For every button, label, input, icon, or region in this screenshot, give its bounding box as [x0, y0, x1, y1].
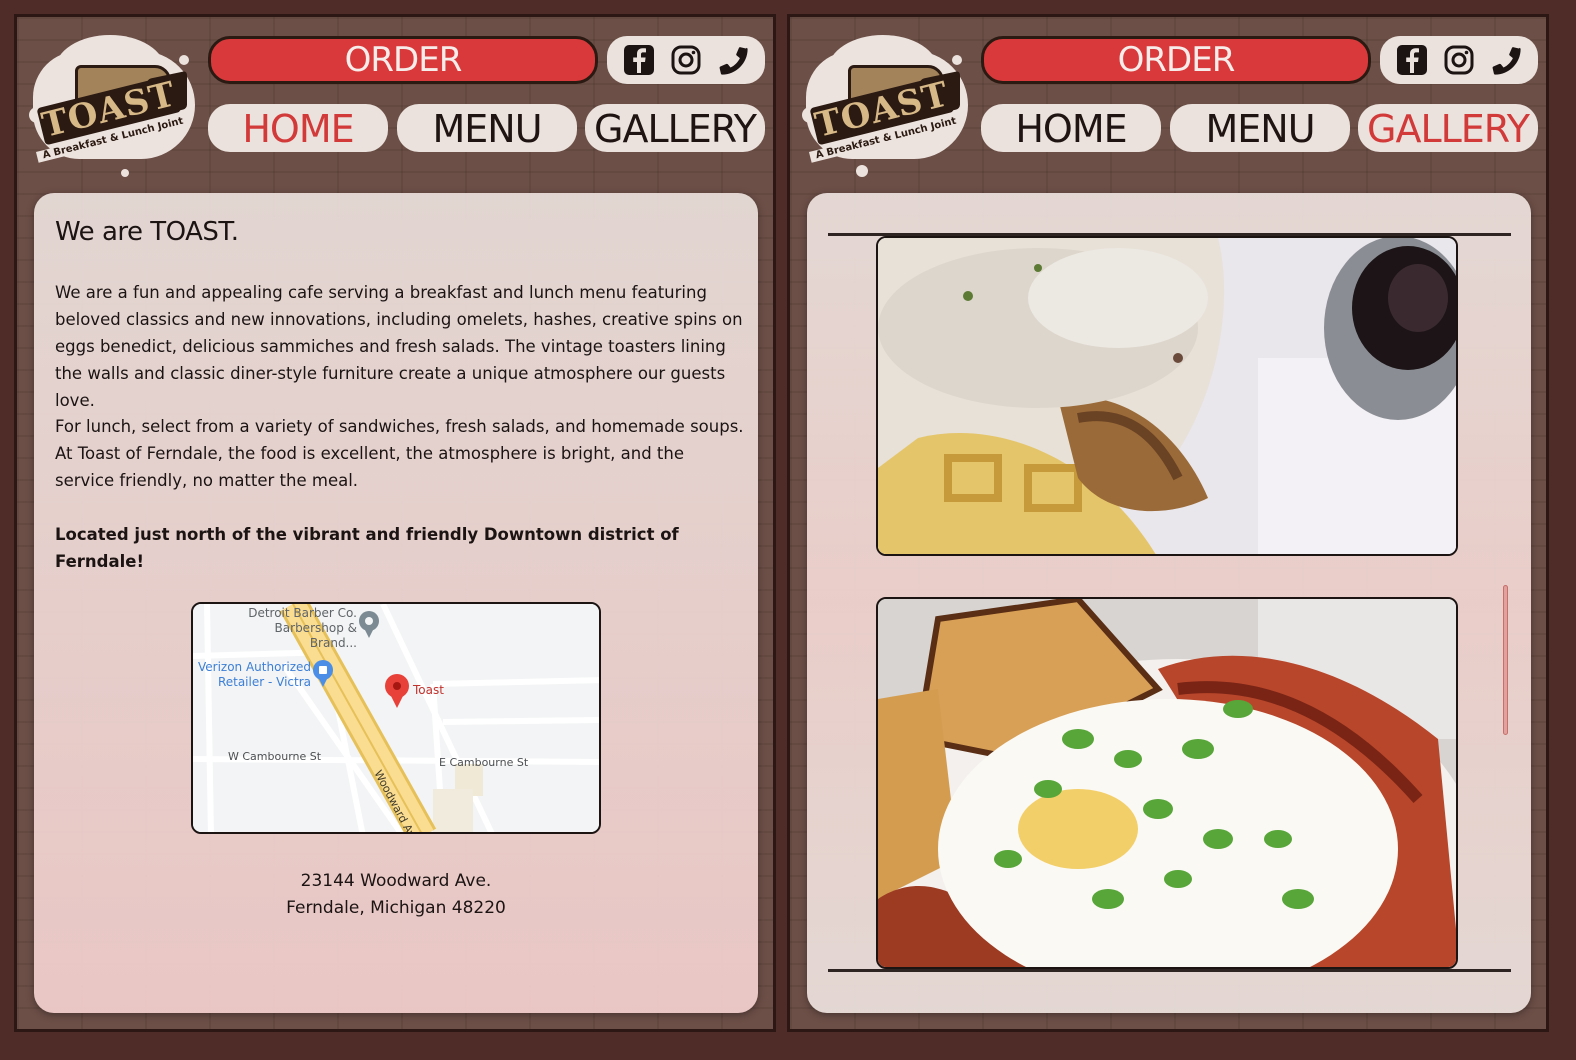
location-paragraph: Located just north of the vibrant and fr… — [55, 525, 679, 571]
gallery-card — [807, 193, 1531, 1013]
map-label-barber: Detroit Barber Co. Barbershop & Brand... — [248, 606, 357, 650]
nav-home[interactable]: HOME — [981, 104, 1161, 152]
address-street: 23144 Woodward Ave. — [300, 871, 492, 891]
gallery-scrollbar[interactable] — [1503, 585, 1508, 735]
lunch-paragraph: For lunch, select from a variety of sand… — [55, 417, 744, 490]
eggs-and-hash-photo[interactable] — [876, 597, 1458, 969]
nav-home[interactable]: HOME — [208, 104, 388, 152]
facebook-icon[interactable] — [1395, 43, 1429, 77]
about-paragraph: We are a fun and appealing cafe serving … — [55, 283, 743, 410]
instagram-icon[interactable] — [669, 43, 703, 77]
social-links — [1380, 36, 1538, 84]
toast-logo[interactable]: TOAST A Breakfast & Lunch Joint — [802, 29, 972, 179]
map-label-w-cambourne: W Cambourne St — [228, 750, 322, 763]
location-map[interactable]: Detroit Barber Co. Barbershop & Brand...… — [191, 602, 601, 834]
map-label-toast: Toast — [413, 683, 444, 697]
nav-gallery[interactable]: GALLERY — [1358, 104, 1538, 152]
gallery-bottom-divider — [828, 969, 1511, 972]
facebook-icon[interactable] — [622, 43, 656, 77]
about-card: We are TOAST. We are a fun and appealing… — [34, 193, 758, 1013]
address-city: Ferndale, Michigan 48220 — [286, 898, 506, 918]
toast-logo[interactable]: TOAST A Breakfast & Lunch Joint — [29, 29, 199, 179]
chicken-and-waffles-photo[interactable] — [876, 236, 1458, 556]
social-links — [607, 36, 765, 84]
nav-menu[interactable]: MENU — [397, 104, 577, 152]
instagram-icon[interactable] — [1442, 43, 1476, 77]
gallery-page-panel: TOAST A Breakfast & Lunch Joint ORDER HO… — [787, 14, 1549, 1032]
map-label-verizon: Verizon Authorized Retailer - Victra — [197, 660, 311, 689]
order-button[interactable]: ORDER — [981, 36, 1371, 84]
phone-icon[interactable] — [1489, 43, 1523, 77]
phone-icon[interactable] — [716, 43, 750, 77]
nav-gallery[interactable]: GALLERY — [585, 104, 765, 152]
map-label-e-cambourne: E Cambourne St — [439, 756, 529, 769]
page-title: We are TOAST. — [55, 217, 239, 247]
order-button[interactable]: ORDER — [208, 36, 598, 84]
home-page-panel: TOAST A Breakfast & Lunch Joint ORDER HO… — [14, 14, 776, 1032]
nav-menu[interactable]: MENU — [1170, 104, 1350, 152]
